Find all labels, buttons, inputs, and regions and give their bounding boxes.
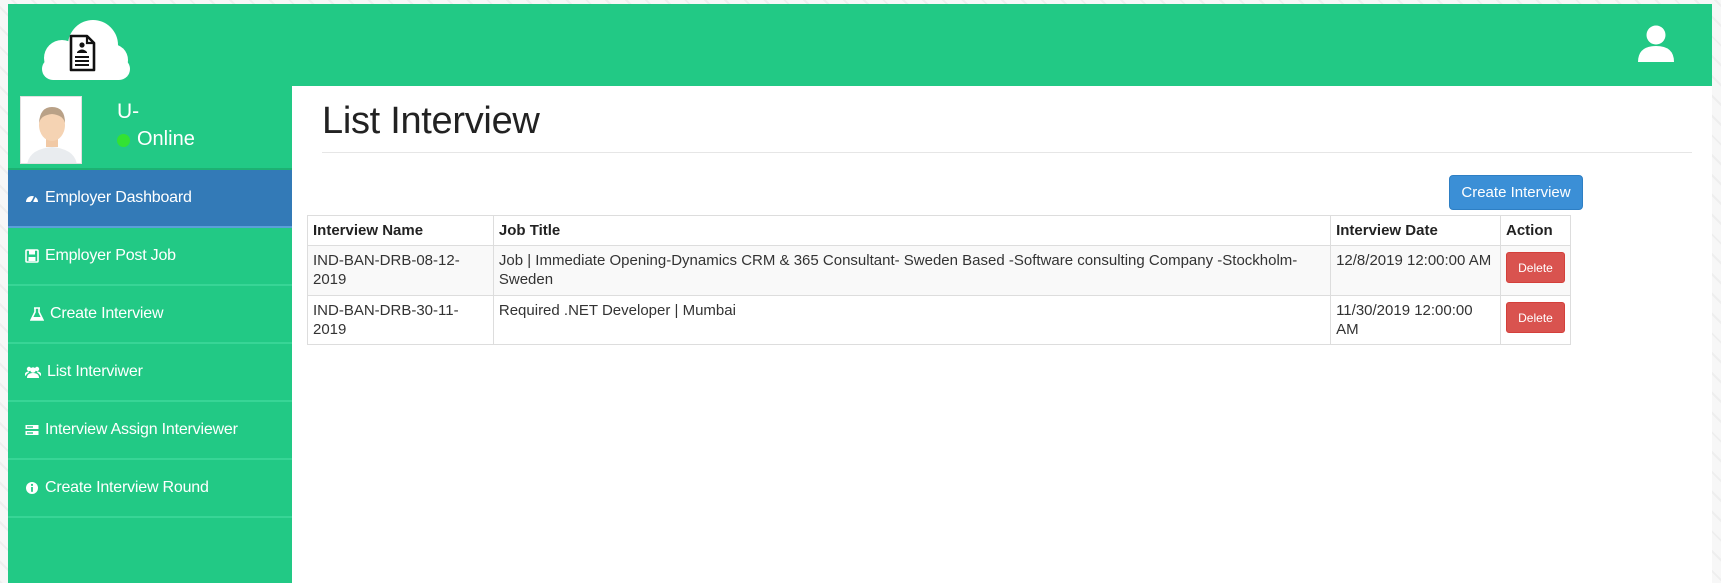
sidebar-item-label: Interview Assign Interviewer: [45, 421, 238, 438]
title-divider: [322, 152, 1692, 153]
info-circle-icon: [25, 481, 41, 495]
top-navbar: [8, 4, 1712, 86]
cell-job-title: Required .NET Developer | Mumbai: [492, 295, 1332, 345]
online-status: Online: [117, 128, 195, 151]
status-dot-icon: [117, 134, 130, 147]
sidebar-item-label: Employer Post Job: [45, 247, 176, 264]
app-frame: U- Online Employer Dashboard Employer Po…: [8, 4, 1712, 583]
cell-job-title: Job | Immediate Opening-Dynamics CRM & 3…: [492, 245, 1332, 296]
column-header-job-title[interactable]: Job Title: [492, 215, 1332, 246]
delete-button[interactable]: Delete: [1505, 302, 1565, 333]
flask-icon: [30, 307, 46, 321]
page-title: List Interview: [322, 100, 540, 142]
sidebar-item-label: Create Interview Round: [45, 479, 209, 496]
cell-interview-date: 11/30/2019 12:00:00 AM: [1330, 295, 1501, 345]
sidebar-item-create-interview-round[interactable]: Create Interview Round: [8, 460, 292, 518]
sidebar-item-label: Employer Dashboard: [45, 189, 192, 206]
user-icon[interactable]: [1634, 22, 1678, 66]
table-row: IND-BAN-DRB-08-12-2019 Job | Immediate O…: [307, 245, 1572, 296]
sidebar-item-label: Create Interview: [50, 305, 164, 322]
status-label: Online: [137, 128, 195, 150]
column-header-interview-name[interactable]: Interview Name: [307, 215, 494, 246]
sidebar-menu: Employer Dashboard Employer Post Job Cre…: [8, 170, 292, 518]
cell-interview-date: 12/8/2019 12:00:00 AM: [1330, 245, 1501, 296]
profile-name: U-: [117, 100, 140, 123]
interview-table: Interview Name Job Title Interview Date …: [307, 215, 1572, 345]
cell-action: Delete: [1499, 245, 1572, 296]
sidebar-item-create-interview[interactable]: Create Interview: [8, 286, 292, 344]
cell-action: Delete: [1499, 295, 1572, 345]
sidebar: U- Online Employer Dashboard Employer Po…: [8, 86, 292, 583]
avatar: [20, 96, 82, 164]
create-interview-button[interactable]: Create Interview: [1449, 175, 1583, 210]
column-header-action: Action: [1499, 215, 1572, 246]
sidebar-item-interview-assign-interviewer[interactable]: Interview Assign Interviewer: [8, 402, 292, 460]
hdd-icon: [25, 423, 41, 437]
cell-interview-name: IND-BAN-DRB-08-12-2019: [307, 245, 494, 296]
sidebar-item-label: List Interviwer: [47, 363, 143, 380]
sidebar-item-list-interviwer[interactable]: List Interviwer: [8, 344, 292, 402]
dashboard-icon: [25, 191, 41, 205]
save-icon: [25, 249, 41, 263]
delete-button[interactable]: Delete: [1505, 252, 1565, 283]
table-header-row: Interview Name Job Title Interview Date …: [307, 215, 1572, 246]
column-header-interview-date[interactable]: Interview Date: [1330, 215, 1501, 246]
cloud-document-icon[interactable]: [30, 18, 138, 82]
users-icon: [25, 365, 43, 379]
table-row: IND-BAN-DRB-30-11-2019 Required .NET Dev…: [307, 295, 1572, 345]
user-profile-panel: U- Online: [8, 86, 292, 170]
sidebar-item-employer-dashboard[interactable]: Employer Dashboard: [8, 170, 292, 228]
sidebar-item-employer-post-job[interactable]: Employer Post Job: [8, 228, 292, 286]
main-content: List Interview Create Interview Intervie…: [292, 86, 1712, 583]
cell-interview-name: IND-BAN-DRB-30-11-2019: [307, 295, 494, 345]
